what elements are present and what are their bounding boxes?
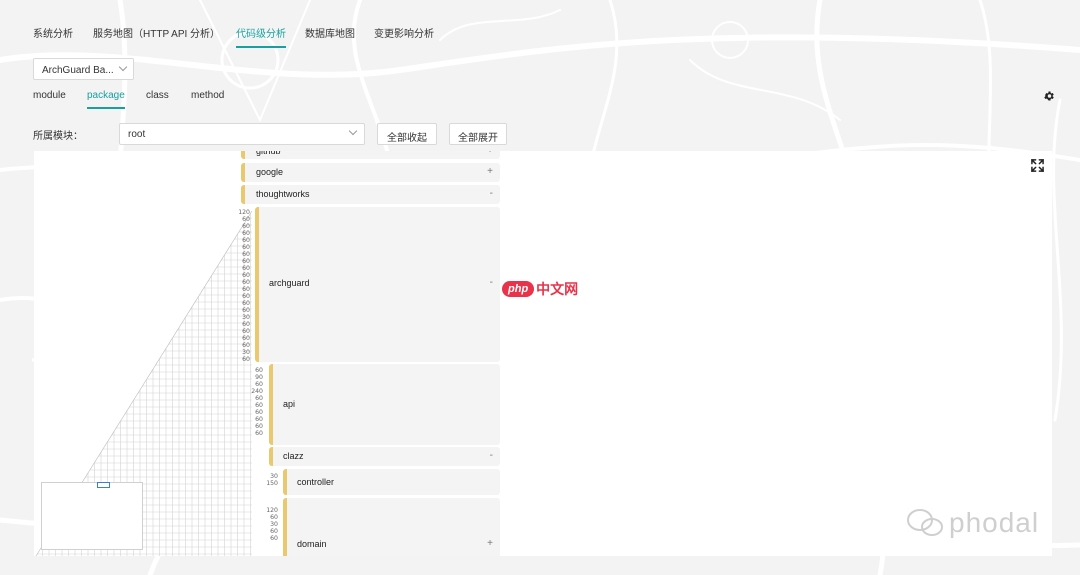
tab-module[interactable]: module — [33, 90, 66, 107]
minimap-viewport[interactable] — [97, 482, 110, 488]
dependency-counts-archguard: 120 60 60 60 60 60 60 60 60 60 60 60 60 60 60 30 60 60 60 6… — [230, 209, 250, 363]
nav-system-analysis[interactable]: 系统分析 — [33, 25, 73, 46]
module-select[interactable]: root — [119, 123, 365, 145]
dependency-counts-domain: 120 60 30 60 60 — [258, 507, 278, 542]
expand-toggle[interactable]: + — [487, 151, 493, 156]
dependency-count: 60 — [242, 272, 250, 279]
tree-node-controller[interactable]: controller — [283, 469, 500, 495]
dependency-count: 60 — [242, 286, 250, 293]
wechat-icon — [907, 509, 943, 536]
dependency-count: 60 — [270, 528, 278, 535]
dependency-count: 60 — [242, 251, 250, 258]
collapse-all-button[interactable]: 全部收起 — [377, 123, 437, 145]
tab-class[interactable]: class — [146, 90, 169, 107]
dependency-count: 90 — [255, 374, 263, 381]
expand-icon[interactable] — [1031, 159, 1044, 172]
dependency-count: 60 — [255, 402, 263, 409]
collapse-toggle[interactable]: - — [490, 188, 493, 199]
tree-node-archguard[interactable]: archguard - — [255, 207, 500, 362]
dependency-count: 30 — [242, 314, 250, 321]
dependency-count: 60 — [255, 423, 263, 430]
dependency-count: 60 — [242, 265, 250, 272]
dependency-count: 60 — [242, 258, 250, 265]
expand-all-button[interactable]: 全部展开 — [449, 123, 507, 145]
dependency-count: 60 — [255, 430, 263, 437]
tree-node-thoughtworks[interactable]: thoughtworks - — [241, 185, 500, 204]
dependency-count: 60 — [242, 279, 250, 286]
dependency-count: 60 — [255, 416, 263, 423]
tab-package[interactable]: package — [87, 90, 125, 109]
author-watermark: phodal — [905, 507, 1039, 539]
system-select-value: ArchGuard Ba... — [42, 65, 114, 76]
dependency-count: 120 — [238, 209, 250, 216]
expand-toggle[interactable]: + — [487, 538, 493, 549]
nav-database-map[interactable]: 数据库地图 — [305, 25, 355, 46]
dependency-count: 60 — [242, 223, 250, 230]
system-select[interactable]: ArchGuard Ba... — [33, 58, 134, 80]
dependency-count: 60 — [242, 342, 250, 349]
dependency-count: 30 — [270, 521, 278, 528]
tab-method[interactable]: method — [191, 90, 224, 107]
tree-node-clazz[interactable]: clazz - — [269, 447, 500, 466]
nav-change-impact[interactable]: 变更影响分析 — [374, 25, 434, 46]
package-tree: github + google + thoughtworks - archgua… — [34, 151, 1052, 556]
nav-service-map[interactable]: 服务地图（HTTP API 分析） — [93, 25, 220, 46]
expand-toggle[interactable]: + — [487, 166, 493, 177]
tree-node-google[interactable]: google + — [241, 163, 500, 182]
dependency-count: 60 — [242, 328, 250, 335]
dependency-count: 60 — [255, 395, 263, 402]
collapse-toggle[interactable]: - — [490, 450, 493, 461]
dependency-counts-api: 60 90 60 240 60 60 60 60 60 60 — [243, 367, 263, 437]
dependency-count: 30 — [270, 473, 278, 480]
dependency-count: 60 — [242, 237, 250, 244]
dependency-count: 60 — [255, 367, 263, 374]
dependency-count: 120 — [266, 507, 278, 514]
dependency-count: 60 — [255, 409, 263, 416]
tree-node-domain[interactable]: domain + — [283, 498, 500, 556]
dependency-count: 150 — [266, 480, 278, 487]
collapse-toggle[interactable]: - — [490, 277, 493, 288]
dependency-count: 60 — [242, 321, 250, 328]
tree-node-api[interactable]: api — [269, 364, 500, 445]
dependency-count: 60 — [242, 300, 250, 307]
dependency-count: 60 — [242, 244, 250, 251]
dependency-count: 60 — [242, 356, 250, 363]
module-filter-label: 所属模块： — [33, 131, 83, 142]
tree-node-github[interactable]: github + — [241, 151, 500, 159]
module-select-value: root — [128, 129, 146, 140]
dependency-count: 60 — [242, 293, 250, 300]
nav-code-analysis[interactable]: 代码级分析 — [236, 25, 286, 48]
dependency-count: 240 — [251, 388, 263, 395]
chevron-down-icon — [348, 126, 358, 136]
dependency-count: 60 — [255, 381, 263, 388]
chevron-down-icon — [118, 62, 128, 72]
dependency-counts-controller: 30 150 — [258, 473, 278, 487]
dependency-count: 30 — [242, 349, 250, 356]
dependency-count: 60 — [242, 230, 250, 237]
dependency-count: 60 — [242, 216, 250, 223]
gear-icon[interactable] — [1043, 90, 1055, 102]
dependency-count: 60 — [242, 307, 250, 314]
dependency-count: 60 — [270, 535, 278, 542]
dependency-count: 60 — [270, 514, 278, 521]
dependency-count: 60 — [242, 335, 250, 342]
dependency-graph-canvas[interactable]: github + google + thoughtworks - archgua… — [34, 151, 1052, 556]
php-watermark: php 中文网 — [502, 279, 578, 299]
